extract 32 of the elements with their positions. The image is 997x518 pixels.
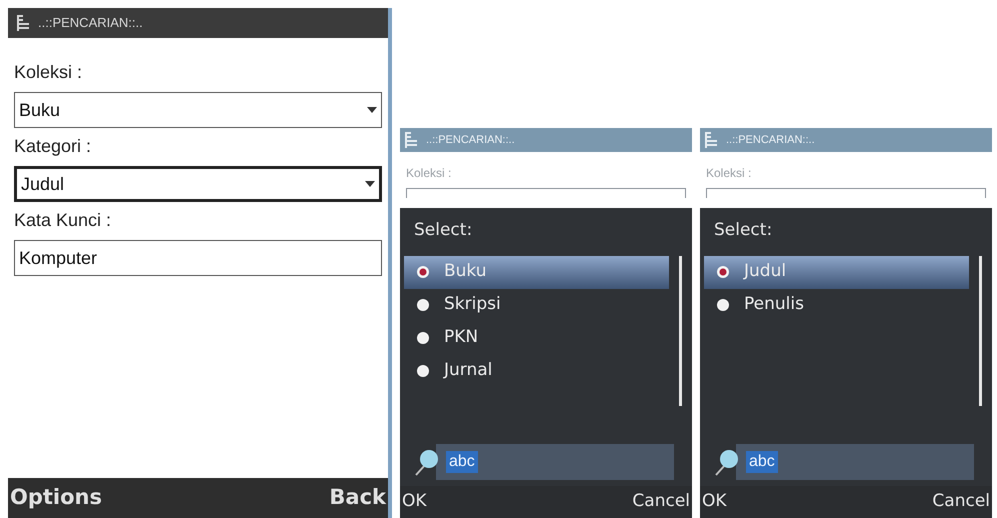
back-softkey[interactable]: Back xyxy=(329,482,386,514)
dialog-title: Select: xyxy=(413,219,474,242)
field-label: Koleksi : xyxy=(14,61,84,84)
app-icon xyxy=(16,14,30,32)
search-field[interactable]: abc xyxy=(436,444,674,480)
search-field[interactable]: abc xyxy=(736,444,974,480)
window-title: ..::PENCARIAN::.. xyxy=(38,14,143,32)
dropdown-field[interactable]: Judul xyxy=(14,166,382,202)
field-label: Koleksi : xyxy=(706,165,752,182)
option-item[interactable]: Penulis xyxy=(704,288,969,322)
option-item[interactable]: PKN xyxy=(404,322,669,354)
caret-icon xyxy=(367,107,377,113)
ok-softkey[interactable]: OK xyxy=(702,489,727,515)
app-icon xyxy=(704,131,718,149)
app-icon xyxy=(404,131,418,149)
field-label: Koleksi : xyxy=(406,165,452,182)
dialog-title: Select: xyxy=(713,219,774,242)
window-title: ..::PENCARIAN::.. xyxy=(426,132,515,148)
cancel-softkey[interactable]: Cancel xyxy=(932,489,990,515)
cancel-softkey[interactable]: Cancel xyxy=(632,489,690,515)
dropdown-field[interactable]: Buku xyxy=(14,92,382,128)
input-field[interactable]: Komputer xyxy=(14,240,382,276)
ok-softkey[interactable]: OK xyxy=(402,489,427,515)
option-item[interactable]: Skripsi xyxy=(404,288,669,322)
search-icon xyxy=(414,447,440,477)
window-title: ..::PENCARIAN::.. xyxy=(726,132,815,148)
search-icon xyxy=(714,447,740,477)
field-label: Kategori : xyxy=(14,135,92,158)
options-softkey[interactable]: Options xyxy=(10,482,102,514)
option-item[interactable]: Jurnal xyxy=(404,354,669,388)
caret-icon xyxy=(365,181,375,187)
field-label: Kata Kunci : xyxy=(14,209,112,232)
